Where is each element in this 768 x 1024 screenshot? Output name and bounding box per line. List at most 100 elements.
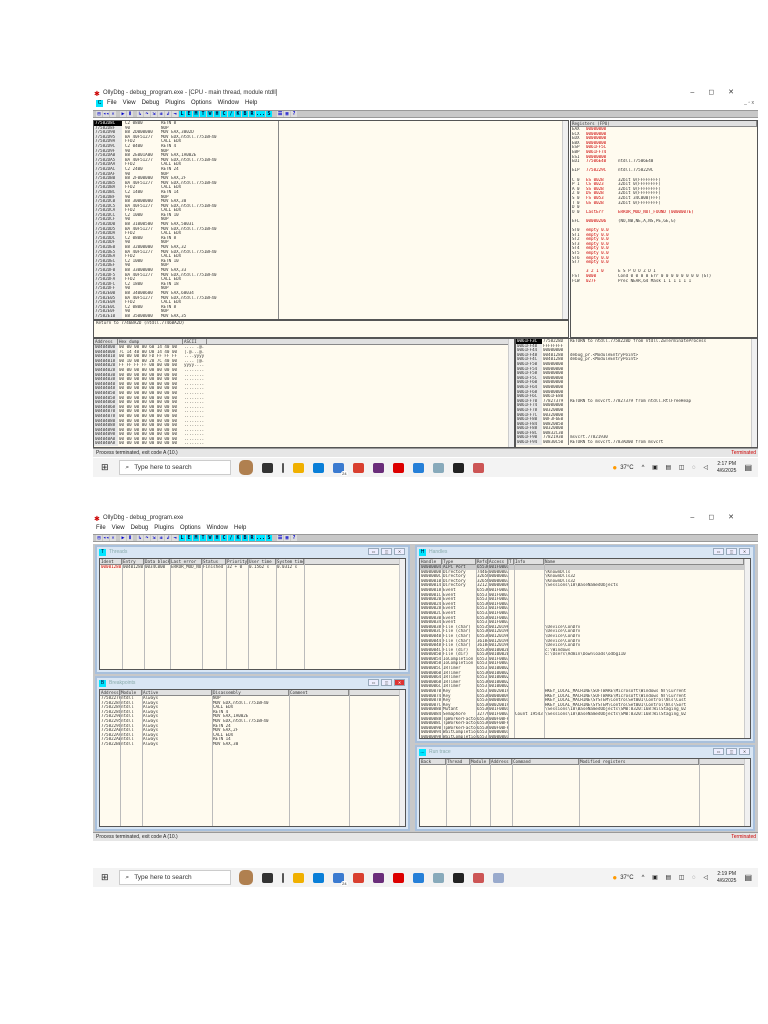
dump-row[interactable]: 004040A8 00 00 00 00 00 00 00 00........	[94, 441, 514, 447]
restart-icon[interactable]: ◂◂	[103, 111, 110, 117]
disassembly-pane[interactable]: 77582D8C C2 0800 RETN 8 77582D8F 90 NOP 77582D…	[93, 120, 569, 320]
step-over-icon[interactable]: ↷	[144, 111, 151, 117]
hex-dump-pane[interactable]: Address Hex dump ASCII 00404000 00 00 00 00 …	[93, 338, 515, 448]
tray-icons[interactable]: ^ ▣ ▤ ◫ ◌ ◁	[642, 464, 711, 471]
start-icon[interactable]: ⊞	[101, 872, 109, 883]
column-header[interactable]: Name	[544, 559, 744, 564]
breakpoints-row[interactable]: 775822B0 ntdll Always MOV EAX,30	[100, 742, 405, 747]
execute-till-return-icon[interactable]: ↲	[165, 535, 172, 541]
maximize-button[interactable]: ◫	[381, 548, 392, 555]
cortana-avatar-icon[interactable]	[238, 460, 253, 475]
column-header[interactable]: Address	[94, 339, 118, 344]
window-titlebar[interactable]: B Breakpoints ▭ ◫ ✕	[97, 678, 408, 688]
breakpoints-window[interactable]: B Breakpoints ▭ ◫ ✕ Address Module Active Disass…	[95, 676, 410, 831]
step-over-icon[interactable]: ↷	[144, 535, 151, 541]
window-button-9[interactable]: B	[242, 535, 249, 541]
column-header[interactable]: System time	[276, 559, 304, 564]
column-header[interactable]: Info	[514, 559, 544, 564]
clock[interactable]: 2:17 PM 4/6/2025	[717, 461, 736, 475]
vscode-icon[interactable]	[412, 462, 424, 473]
close-button[interactable]: ✕	[394, 679, 405, 686]
divider-icon[interactable]	[281, 872, 284, 883]
window-titlebar[interactable]: ... Run trace ▭ ◫ ✕	[417, 747, 753, 757]
window-button-5[interactable]: H	[214, 535, 221, 541]
task-view-icon[interactable]	[261, 872, 273, 883]
column-header[interactable]: Last error	[170, 559, 202, 564]
window-button-9[interactable]: B	[242, 111, 249, 117]
column-header[interactable]: Refs	[476, 559, 488, 564]
close-icon[interactable]: ✕	[110, 535, 117, 541]
window-button-8[interactable]: K	[235, 111, 242, 117]
window-button-12[interactable]: S	[266, 111, 273, 117]
column-header[interactable]: Handle	[420, 559, 442, 564]
menu-debug[interactable]: Debug	[131, 525, 149, 531]
window-button-4[interactable]: W	[207, 535, 214, 541]
column-header[interactable]: Back	[420, 759, 446, 764]
threads-scrollbar[interactable]	[399, 559, 405, 669]
winrar-icon[interactable]	[372, 462, 384, 473]
minimize-button[interactable]: ▭	[713, 748, 724, 755]
menu-window[interactable]: Window	[218, 100, 239, 106]
window-titlebar[interactable]: T Threads ▭ ◫ ✕	[97, 547, 408, 557]
go-to-user-icon[interactable]: ⇥	[172, 535, 179, 541]
maximize-button[interactable]: ◫	[726, 548, 737, 555]
registers-pane[interactable]: Registers (FPU) EAX 00000000 ECX 00000000 ED…	[570, 120, 758, 338]
column-header[interactable]: Type	[442, 559, 476, 564]
window-button-7[interactable]: /	[228, 535, 235, 541]
window-button-11[interactable]: ...	[256, 111, 266, 117]
window-button-12[interactable]: S	[266, 535, 273, 541]
window-button-4[interactable]: W	[207, 111, 214, 117]
notepad-icon[interactable]	[432, 462, 444, 473]
divider-icon[interactable]	[281, 462, 284, 473]
app-icon[interactable]	[472, 462, 484, 473]
column-header[interactable]: Access	[488, 559, 508, 564]
help-icon[interactable]: ?	[291, 111, 298, 117]
close-icon[interactable]: ✕	[110, 111, 117, 117]
edge-icon[interactable]	[312, 872, 324, 883]
window-button-11[interactable]: ...	[256, 535, 266, 541]
trace-over-icon[interactable]: ⇉	[158, 535, 165, 541]
window-button-2[interactable]: M	[193, 111, 200, 117]
column-header[interactable]: Ident	[100, 559, 122, 564]
column-header[interactable]: Entry	[122, 559, 144, 564]
window-button-2[interactable]: M	[193, 535, 200, 541]
restart-icon[interactable]: ◂◂	[103, 535, 110, 541]
window-button-8[interactable]: K	[235, 535, 242, 541]
winrar-icon[interactable]	[372, 872, 384, 883]
minimize-button[interactable]: ▭	[713, 548, 724, 555]
notifications-icon[interactable]: ▤	[744, 873, 752, 882]
stack-pane[interactable]: 0061FF3C 7758228D RETURN to ntdll.7758228D…	[515, 338, 758, 448]
window-button-10[interactable]: R	[249, 111, 256, 117]
chrome-icon[interactable]	[352, 872, 364, 883]
column-header[interactable]: Comment	[289, 690, 349, 695]
column-header[interactable]: Module	[120, 690, 142, 695]
runtrace-scrollbar[interactable]	[744, 759, 750, 826]
ollydbg-icon[interactable]	[392, 872, 404, 883]
menu-options[interactable]: Options	[180, 525, 201, 531]
column-header[interactable]: Address	[490, 759, 512, 764]
step-into-icon[interactable]: ↳	[137, 535, 144, 541]
column-header[interactable]: Data block	[144, 559, 170, 564]
chrome-icon[interactable]	[352, 462, 364, 473]
threads-table[interactable]: Ident Entry Data block Last error Status Prio…	[99, 558, 406, 670]
window-button-5[interactable]: H	[214, 111, 221, 117]
cortana-avatar-icon[interactable]	[238, 870, 253, 885]
task-view-icon[interactable]	[261, 462, 273, 473]
maximize-button[interactable]: ◫	[726, 748, 737, 755]
mail-icon[interactable]: 24	[332, 462, 348, 476]
column-header[interactable]: Thread	[446, 759, 470, 764]
run-trace-window[interactable]: ... Run trace ▭ ◫ ✕ Back Thread Module Address Co…	[415, 745, 755, 831]
pause-icon[interactable]: Ⅱ	[127, 111, 134, 117]
vscode-icon[interactable]	[412, 872, 424, 883]
window-button-1[interactable]: E	[186, 535, 193, 541]
file-explorer-icon[interactable]	[292, 462, 304, 473]
column-header[interactable]: Priority	[226, 559, 248, 564]
column-header[interactable]: Address	[100, 690, 120, 695]
window-button-6[interactable]: C	[221, 535, 228, 541]
window-titlebar[interactable]: H Handles ▭ ◫ ✕	[417, 547, 753, 557]
menu-view[interactable]: View	[123, 100, 136, 106]
handles-scrollbar[interactable]	[744, 559, 750, 738]
disasm-row[interactable]: 77582E10 B8 35000000 MOV EAX,35	[94, 313, 568, 319]
window-controls[interactable]: –◻✕	[690, 513, 748, 521]
window-button-3[interactable]: T	[200, 535, 207, 541]
